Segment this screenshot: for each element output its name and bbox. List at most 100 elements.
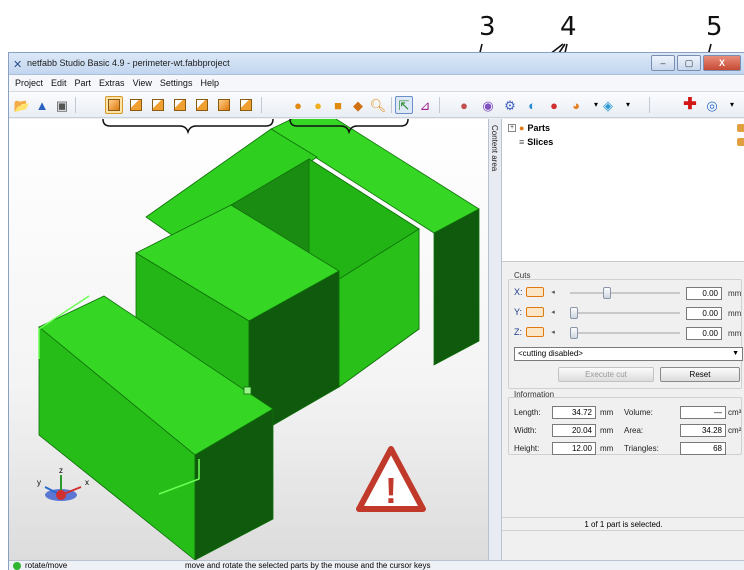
- add-part-plus-icon[interactable]: ✚: [681, 96, 699, 114]
- cut-plane-x-toggle[interactable]: [526, 287, 544, 297]
- reset-button[interactable]: Reset: [660, 367, 740, 382]
- parts-icon: ●: [519, 123, 525, 133]
- expand-icon[interactable]: +: [508, 124, 516, 132]
- cut-value-x[interactable]: 0.00: [686, 287, 722, 300]
- menu-bar: Project Edit Part Extras View Settings H…: [9, 75, 744, 92]
- repair-icon[interactable]: ●: [455, 96, 473, 114]
- select-pointer-icon[interactable]: ⇱: [395, 96, 413, 114]
- content-area-tab[interactable]: Content area: [488, 119, 502, 560]
- rotate-view-icon[interactable]: ●: [289, 96, 307, 114]
- title-bar[interactable]: ✕ netfabb Studio Basic 4.9 - perimeter-w…: [9, 53, 744, 75]
- part-model[interactable]: z x y !: [9, 119, 488, 560]
- add-part-icon[interactable]: ▲: [33, 96, 51, 114]
- length-label: Length:: [514, 408, 541, 417]
- cut-slider-x[interactable]: [570, 287, 680, 299]
- status-indicator-icon: [13, 562, 21, 570]
- view-front-button[interactable]: [127, 96, 145, 114]
- height-value: 12.00: [552, 442, 596, 455]
- zoom-all-icon[interactable]: ■: [329, 96, 347, 114]
- cut-plane-z-toggle[interactable]: [526, 327, 544, 337]
- status-message: move and rotate the selected parts by th…: [185, 561, 431, 570]
- cut-unit: mm: [728, 329, 742, 338]
- export-icon[interactable]: ◈: [599, 96, 617, 114]
- slider-left-arrow[interactable]: ◂: [548, 288, 558, 296]
- slices-icon: ≡: [519, 137, 525, 147]
- view-top-button[interactable]: [215, 96, 233, 114]
- menu-extras[interactable]: Extras: [99, 78, 125, 88]
- width-unit: mm: [600, 426, 614, 435]
- menu-part[interactable]: Part: [75, 78, 92, 88]
- window-title: netfabb Studio Basic 4.9 - perimeter-wt.…: [27, 58, 230, 68]
- axis-label-y: y: [37, 478, 41, 487]
- content-area-label: Content area: [490, 125, 499, 172]
- callout-5: 5: [706, 12, 723, 42]
- pan-view-icon[interactable]: ●: [309, 96, 327, 114]
- triangles-label: Triangles:: [624, 444, 659, 453]
- axis-label-x: x: [85, 478, 89, 487]
- cut-row-z: Z: ◂: [514, 327, 558, 337]
- area-value: 34.28: [680, 424, 726, 437]
- execute-cut-button[interactable]: Execute cut: [558, 367, 654, 382]
- warning-icon: !: [356, 446, 426, 512]
- app-window: ✕ netfabb Studio Basic 4.9 - perimeter-w…: [8, 52, 744, 570]
- project-info-icon[interactable]: ▣: [53, 96, 71, 114]
- toolbar-separator: [391, 97, 392, 113]
- mesh-edit-icon[interactable]: ◐: [523, 96, 541, 114]
- help-icon[interactable]: ◎: [703, 96, 721, 114]
- boolean-icon[interactable]: ●: [545, 96, 563, 114]
- menu-project[interactable]: Project: [15, 78, 43, 88]
- tree-item-label: Slices: [527, 137, 554, 147]
- toolbar-separator: [261, 97, 262, 113]
- menu-help[interactable]: Help: [200, 78, 219, 88]
- dropdown-value: <cutting disabled>: [518, 349, 583, 358]
- parts-status-icon: [737, 124, 744, 132]
- view-back-button[interactable]: [149, 96, 167, 114]
- arrange-icon[interactable]: ◉: [479, 96, 497, 114]
- menu-view[interactable]: View: [133, 78, 152, 88]
- slices-status-icon: [737, 138, 744, 146]
- chevron-down-icon[interactable]: ▾: [619, 96, 637, 114]
- tree-item-slices[interactable]: ≡ Slices: [508, 137, 553, 147]
- tree-item-parts[interactable]: + ● Parts: [508, 123, 550, 133]
- zoom-selection-icon[interactable]: ◆: [349, 96, 367, 114]
- slider-left-arrow[interactable]: ◂: [548, 308, 558, 316]
- maximize-button[interactable]: ▢: [677, 55, 701, 71]
- volume-value: —: [680, 406, 726, 419]
- close-button[interactable]: X: [703, 55, 741, 71]
- callout-3: 3: [479, 12, 496, 42]
- cut-unit: mm: [728, 309, 742, 318]
- support-icon[interactable]: ◕: [567, 96, 585, 114]
- cut-slider-z[interactable]: [570, 327, 680, 339]
- scale-icon[interactable]: ⚙: [501, 96, 519, 114]
- axes-widget: z x y: [37, 466, 89, 501]
- slider-left-arrow[interactable]: ◂: [548, 328, 558, 336]
- status-mode: rotate/move: [25, 561, 68, 570]
- menu-settings[interactable]: Settings: [160, 78, 193, 88]
- 3d-viewport[interactable]: z x y !: [9, 119, 488, 560]
- open-folder-icon[interactable]: 📂: [13, 96, 31, 114]
- cut-row-y: Y: ◂: [514, 307, 558, 317]
- main-toolbar: 📂 ▲ ▣ ● ● ■ ◆ 🔍︎ ⇱ ⊿ ● ◉ ⚙ ◐ ● ◕ ▾ ◈ ▾ ✚…: [9, 92, 744, 118]
- view-left-button[interactable]: [171, 96, 189, 114]
- cut-plane-y-toggle[interactable]: [526, 307, 544, 317]
- menu-edit[interactable]: Edit: [51, 78, 67, 88]
- minimize-button[interactable]: –: [651, 55, 675, 71]
- cut-row-x: X: ◂: [514, 287, 558, 297]
- height-label: Height:: [514, 444, 540, 453]
- cutting-mode-dropdown[interactable]: <cutting disabled> ▼: [514, 347, 743, 361]
- view-default-button[interactable]: [105, 96, 123, 114]
- measure-tool-icon[interactable]: ⊿: [416, 96, 434, 114]
- cut-slider-y[interactable]: [570, 307, 680, 319]
- view-bottom-button[interactable]: [237, 96, 255, 114]
- tree-item-label: Parts: [527, 123, 550, 133]
- view-right-button[interactable]: [193, 96, 211, 114]
- cut-value-y[interactable]: 0.00: [686, 307, 722, 320]
- cut-axis-label: Y:: [514, 307, 523, 317]
- chevron-down-icon[interactable]: ▾: [723, 96, 741, 114]
- toolbar-separator: [75, 97, 76, 113]
- zoom-icon[interactable]: 🔍︎: [369, 96, 387, 114]
- cut-axis-label: Z:: [514, 327, 522, 337]
- cut-value-z[interactable]: 0.00: [686, 327, 722, 340]
- axis-label-z: z: [59, 466, 63, 475]
- width-label: Width:: [514, 426, 537, 435]
